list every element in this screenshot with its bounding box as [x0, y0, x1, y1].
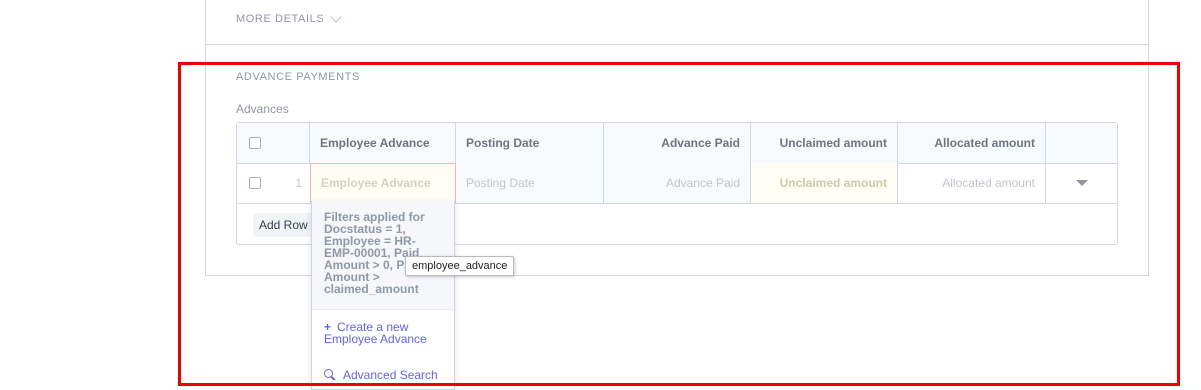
section-divider [205, 44, 1149, 45]
select-all-cell [237, 123, 273, 163]
field-name-tooltip: employee_advance [405, 256, 515, 276]
grid-header-row: Employee Advance Posting Date Advance Pa… [237, 123, 1117, 164]
column-header-advance-paid: Advance Paid [604, 123, 751, 163]
add-row-button[interactable]: Add Row [253, 213, 314, 237]
advanced-search-link[interactable]: Advanced Search [324, 369, 438, 381]
search-icon [324, 369, 333, 378]
link-field-dropdown: Filters applied for Docstatus = 1, Emplo… [311, 201, 455, 390]
column-header-employee-advance: Employee Advance [310, 123, 456, 163]
column-header-actions [1046, 123, 1117, 163]
chevron-down-icon [330, 11, 342, 23]
section-title: ADVANCE PAYMENTS [236, 71, 360, 83]
table-row[interactable]: 1 Employee Advance Posting Date Advance … [237, 163, 1117, 204]
column-header-posting-date: Posting Date [456, 123, 604, 163]
column-header-unclaimed-amount: Unclaimed amount [751, 123, 898, 163]
caret-down-icon[interactable] [1075, 180, 1088, 186]
more-details-toggle[interactable]: MORE DETAILS [236, 11, 342, 25]
select-all-checkbox[interactable] [249, 137, 261, 149]
row-index: 1 [295, 176, 302, 190]
index-header [273, 123, 310, 163]
advance-paid-cell[interactable]: Advance Paid [604, 163, 751, 203]
column-header-allocated-amount: Allocated amount [898, 123, 1046, 163]
row-select-cell [237, 163, 273, 203]
advances-field-label: Advances [236, 102, 289, 116]
row-checkbox[interactable] [249, 177, 261, 189]
more-details-label: MORE DETAILS [236, 13, 325, 25]
row-actions-cell[interactable] [1046, 163, 1117, 203]
create-new-label: Create a new Employee Advance [324, 320, 427, 346]
allocated-amount-cell[interactable]: Allocated amount [898, 163, 1046, 203]
create-new-employee-advance-link[interactable]: + Create a new Employee Advance [324, 321, 444, 345]
unclaimed-amount-cell[interactable]: Unclaimed amount [751, 163, 898, 203]
advanced-search-label: Advanced Search [343, 368, 438, 382]
employee-advance-input[interactable]: Employee Advance [310, 163, 456, 203]
posting-date-cell[interactable]: Posting Date [456, 163, 604, 203]
